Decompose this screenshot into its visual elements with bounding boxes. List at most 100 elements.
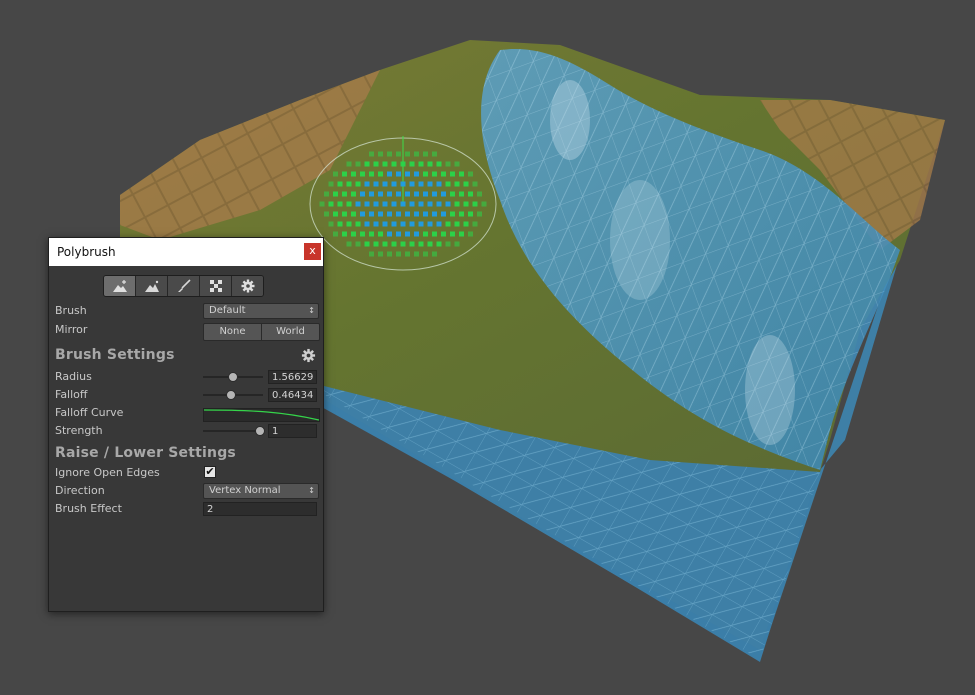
- settings-tool-button[interactable]: [232, 276, 263, 296]
- brush-vertex-point: [391, 221, 397, 227]
- brush-vertex-point: [405, 211, 410, 217]
- brush-vertex-point: [319, 201, 325, 207]
- brush-vertex-point: [409, 221, 415, 227]
- brush-vertex-point: [396, 151, 401, 157]
- falloff-slider[interactable]: [203, 389, 263, 401]
- brush-vertex-point: [477, 191, 482, 197]
- brush-vertex-point: [342, 171, 347, 177]
- brush-vertex-point: [468, 191, 473, 197]
- brush-vertex-point: [441, 171, 446, 177]
- brush-vertex-point: [468, 231, 473, 237]
- brush-vertex-point: [360, 171, 365, 177]
- brush-vertex-point: [364, 181, 370, 187]
- falloff-field[interactable]: 0.46434: [268, 388, 317, 402]
- brush-vertex-point: [355, 161, 361, 167]
- brush-vertex-point: [355, 221, 361, 227]
- brush-vertex-point: [400, 241, 406, 247]
- brush-vertex-point: [445, 161, 451, 167]
- brush-vertex-point: [441, 231, 446, 237]
- brush-vertex-point: [378, 231, 383, 237]
- brush-vertex-point: [369, 231, 374, 237]
- brush-vertex-point: [418, 221, 424, 227]
- brush-vertex-point: [409, 181, 415, 187]
- brush-preset-dropdown[interactable]: Default ↕: [203, 303, 319, 319]
- brush-vertex-point: [337, 221, 343, 227]
- brush-effect-label: Brush Effect: [55, 502, 122, 515]
- brush-vertex-point: [427, 181, 433, 187]
- brush-vertex-point: [409, 201, 415, 207]
- brush-vertex-point: [337, 201, 343, 207]
- brush-vertex-point: [459, 191, 464, 197]
- brush-vertex-point: [418, 241, 424, 247]
- brush-vertex-point: [400, 221, 406, 227]
- strength-slider[interactable]: [203, 425, 265, 437]
- brush-vertex-point: [463, 201, 469, 207]
- brush-vertex-point: [333, 171, 338, 177]
- mirror-none-button[interactable]: None: [204, 324, 262, 340]
- close-button[interactable]: x: [304, 243, 321, 260]
- slider-thumb[interactable]: [255, 426, 265, 436]
- brush-vertex-point: [382, 241, 388, 247]
- brush-vertex-point: [387, 151, 392, 157]
- brush-vertex-point: [328, 201, 334, 207]
- brush-label: Brush: [55, 304, 87, 317]
- slider-thumb[interactable]: [228, 372, 238, 382]
- brush-vertex-point: [418, 181, 424, 187]
- brush-vertex-point: [454, 181, 460, 187]
- brush-settings-gear-icon[interactable]: [301, 348, 316, 363]
- ignore-open-edges-checkbox[interactable]: ✔: [204, 466, 216, 478]
- brush-vertex-point: [472, 181, 478, 187]
- brush-vertex-point: [423, 191, 428, 197]
- brush-vertex-point: [427, 241, 433, 247]
- direction-label: Direction: [55, 484, 105, 497]
- texture-tool-button[interactable]: [200, 276, 232, 296]
- brush-vertex-point: [364, 221, 370, 227]
- brush-vertex-point: [355, 241, 361, 247]
- brush-vertex-point: [400, 181, 406, 187]
- brush-vertex-point: [454, 161, 460, 167]
- brush-vertex-point: [396, 211, 401, 217]
- raise-lower-tool-button[interactable]: [104, 276, 136, 296]
- brush-vertex-point: [369, 151, 374, 157]
- brush-vertex-point: [373, 181, 379, 187]
- falloff-label: Falloff: [55, 388, 88, 401]
- brush-vertex-point: [472, 221, 478, 227]
- ignore-open-edges-label: Ignore Open Edges: [55, 466, 160, 479]
- brush-vertex-point: [400, 201, 406, 207]
- brush-vertex-point: [333, 231, 338, 237]
- brush-vertex-point: [450, 231, 455, 237]
- radius-label: Radius: [55, 370, 92, 383]
- brush-vertex-point: [382, 161, 388, 167]
- radius-slider[interactable]: [203, 371, 263, 383]
- window-titlebar[interactable]: Polybrush x: [49, 238, 323, 266]
- brush-vertex-point: [333, 191, 338, 197]
- brush-vertex-point: [463, 181, 469, 187]
- strength-field[interactable]: 1: [268, 424, 317, 438]
- brush-vertex-point: [436, 161, 442, 167]
- brush-vertex-point: [369, 171, 374, 177]
- brush-vertex-point: [441, 211, 446, 217]
- brush-effect-field[interactable]: 2: [203, 502, 317, 516]
- brush-vertex-point: [436, 221, 442, 227]
- brush-vertex-point: [346, 221, 352, 227]
- window-title: Polybrush: [57, 245, 116, 259]
- mirror-world-button[interactable]: World: [262, 324, 319, 340]
- radius-field[interactable]: 1.56629: [268, 370, 317, 384]
- paint-tool-button[interactable]: [168, 276, 200, 296]
- brush-vertex-point: [391, 201, 397, 207]
- polybrush-window: Polybrush x Brush Default ↕ Mirror None …: [48, 237, 324, 612]
- brush-vertex-point: [387, 251, 392, 257]
- brush-vertex-point: [360, 211, 365, 217]
- slider-thumb[interactable]: [225, 390, 236, 400]
- brush-vertex-point: [391, 161, 397, 167]
- brush-vertex-point: [342, 191, 347, 197]
- direction-dropdown[interactable]: Vertex Normal ↕: [203, 483, 319, 499]
- brush-vertex-point: [463, 221, 469, 227]
- smooth-tool-button[interactable]: [136, 276, 168, 296]
- brush-vertex-point: [342, 211, 347, 217]
- brush-vertex-point: [324, 191, 329, 197]
- smooth-terrain-icon: [144, 280, 159, 292]
- brush-vertex-point: [481, 201, 487, 207]
- brush-vertex-point: [414, 251, 419, 257]
- falloff-curve-field[interactable]: [203, 408, 320, 422]
